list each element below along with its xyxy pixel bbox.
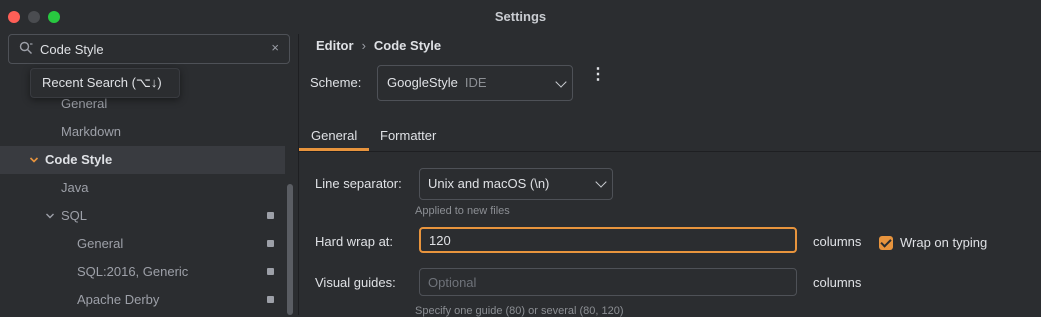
line-separator-dropdown[interactable]: Unix and macOS (\n) [419,168,613,200]
visual-guides-label: Visual guides: [315,275,396,290]
tree-item-label: SQL:2016, Generic [77,264,189,279]
breadcrumb-parent[interactable]: Editor [316,38,354,53]
active-tab-indicator [299,148,369,151]
hard-wrap-input[interactable] [419,227,797,253]
wrap-on-typing-checkbox[interactable] [879,236,893,250]
scheme-value: GoogleStyle [387,75,458,90]
chevron-down-icon [555,76,567,88]
visual-guides-input[interactable] [419,268,797,296]
tree-item-sql-general[interactable]: General [0,230,285,258]
settings-sidebar: × Recent Search (⌥↓) General Markdown Co… [0,34,299,315]
window-title: Settings [494,9,547,24]
tree-item-label: General [77,236,124,251]
line-separator-value: Unix and macOS (\n) [428,176,550,191]
scheme-dropdown[interactable]: GoogleStyle IDE [377,65,573,101]
tree-item-java[interactable]: Java [0,174,285,202]
project-scope-icon [267,268,274,275]
chevron-down-icon[interactable] [45,202,55,230]
project-scope-icon [267,296,274,303]
title-bar: Settings [0,0,1041,35]
tree-item-markdown[interactable]: Markdown [0,118,285,146]
visual-guides-unit: columns [813,275,862,290]
clear-search-icon[interactable]: × [271,40,279,55]
general-settings-content: Line separator: Unix and macOS (\n) Appl… [299,152,1041,317]
recent-search-popup[interactable]: Recent Search (⌥↓) [30,68,180,98]
tree-item-label: Apache Derby [77,292,160,307]
recent-search-label: Recent Search (⌥↓) [42,75,162,90]
tab-general[interactable]: General [311,128,357,143]
tree-item-label: Java [61,180,89,195]
project-scope-icon [267,212,274,219]
settings-main-panel: Editor › Code Style Scheme: GoogleStyle IDE… [299,34,1041,317]
tree-item-sql[interactable]: SQL [0,202,285,230]
breadcrumb-current: Code Style [373,38,442,53]
scheme-sublabel: IDE [464,75,487,90]
wrap-on-typing-label[interactable]: Wrap on typing [900,235,987,250]
hard-wrap-label: Hard wrap at: [315,234,394,249]
chevron-down-icon [595,176,607,188]
line-separator-label: Line separator: [315,176,402,191]
tree-item-label: SQL [61,208,88,223]
hard-wrap-unit: columns [813,234,862,249]
tab-formatter[interactable]: Formatter [380,128,436,143]
search-icon [19,41,33,54]
scheme-label: Scheme: [310,75,362,90]
visual-guides-hint: Specify one guide (80) or several (80, 1… [415,305,624,317]
settings-search-box[interactable]: × [8,34,290,64]
tree-item-label: Markdown [61,124,121,139]
tree-item-code-style[interactable]: Code Style [0,146,285,174]
breadcrumb-separator: › [361,38,366,53]
line-separator-hint: Applied to new files [415,205,510,217]
tree-item-sql2016-generic[interactable]: SQL:2016, Generic [0,258,285,286]
sidebar-scrollbar[interactable] [287,184,293,315]
tree-item-label: Code Style [45,152,113,167]
tab-bar: General Formatter [299,122,1041,152]
more-options-icon[interactable]: ⋮ [590,67,606,83]
breadcrumb: Editor › Code Style [316,38,441,53]
chevron-down-icon[interactable] [29,146,39,174]
tree-item-apache-derby[interactable]: Apache Derby [0,286,285,314]
search-input[interactable] [40,35,260,63]
project-scope-icon [267,240,274,247]
